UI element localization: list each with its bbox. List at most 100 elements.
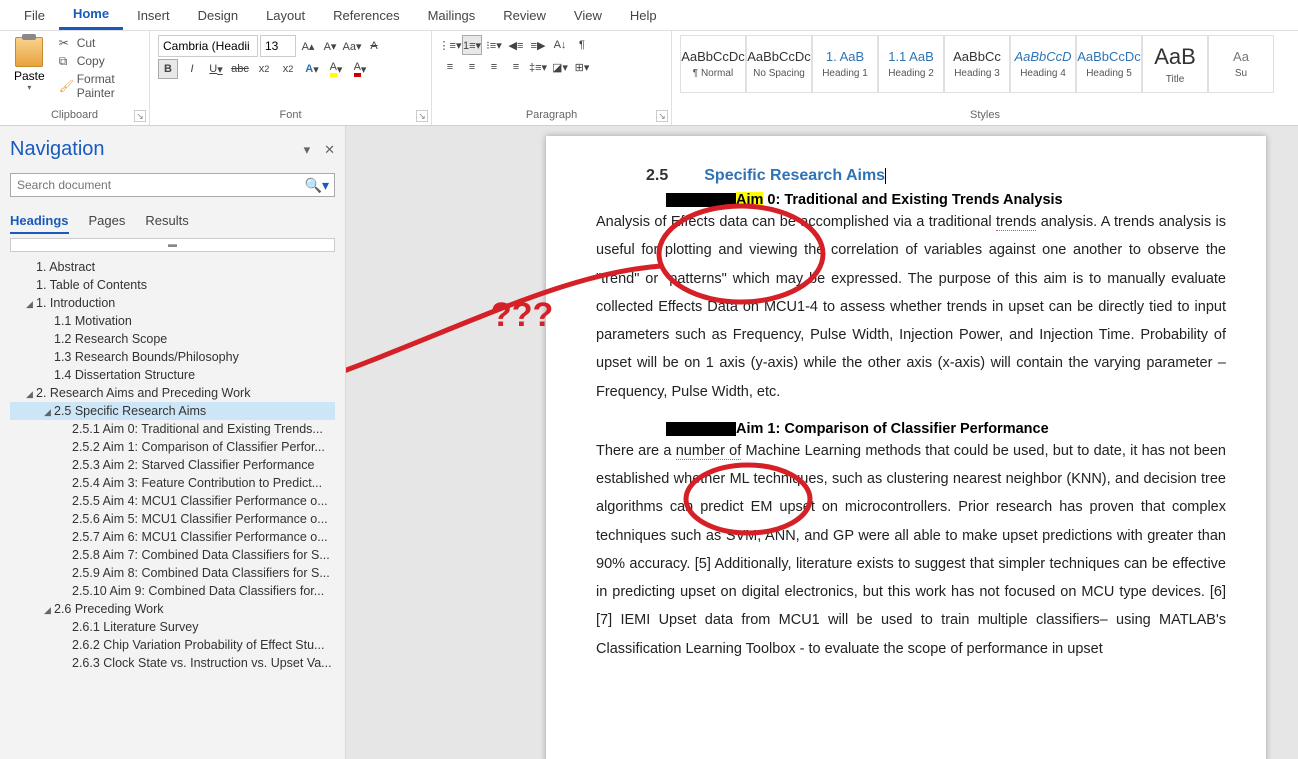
nav-item[interactable]: ◢2. Research Aims and Preceding Work: [10, 384, 335, 402]
nav-item[interactable]: 1.1 Motivation: [10, 312, 335, 330]
paragraph-launcher[interactable]: ↘: [656, 110, 668, 122]
increase-indent-button[interactable]: ≡▶: [528, 35, 548, 55]
nav-item[interactable]: 2.6.2 Chip Variation Probability of Effe…: [10, 636, 335, 654]
nav-item[interactable]: 2.5.8 Aim 7: Combined Data Classifiers f…: [10, 546, 335, 564]
nav-tab-headings[interactable]: Headings: [10, 209, 69, 234]
menu-mailings[interactable]: Mailings: [414, 2, 490, 29]
menu-help[interactable]: Help: [616, 2, 671, 29]
nav-item[interactable]: 2.5.7 Aim 6: MCU1 Classifier Performance…: [10, 528, 335, 546]
nav-item[interactable]: 2.5.6 Aim 5: MCU1 Classifier Performance…: [10, 510, 335, 528]
align-left-button[interactable]: ≡: [440, 57, 460, 77]
style-heading-4[interactable]: AaBbCcDHeading 4: [1010, 35, 1076, 93]
copy-button[interactable]: ⧉Copy: [55, 53, 141, 69]
style-no-spacing[interactable]: AaBbCcDcNo Spacing: [746, 35, 812, 93]
text-effects-button[interactable]: A▾: [302, 59, 322, 79]
navigation-title: Navigation: [10, 138, 105, 161]
nav-item[interactable]: 2.6.1 Literature Survey: [10, 618, 335, 636]
show-marks-button[interactable]: ¶: [572, 35, 592, 55]
highlight-button[interactable]: A▾: [326, 59, 346, 79]
document-area[interactable]: 2.5Specific Research Aims Aim 0: Traditi…: [346, 126, 1298, 759]
search-icon[interactable]: 🔍▾: [305, 177, 329, 194]
decrease-indent-button[interactable]: ◀≡: [506, 35, 526, 55]
nav-item[interactable]: 2.5.9 Aim 8: Combined Data Classifiers f…: [10, 564, 335, 582]
nav-item[interactable]: 2.5.5 Aim 4: MCU1 Classifier Performance…: [10, 492, 335, 510]
nav-tab-pages[interactable]: Pages: [89, 209, 126, 234]
ribbon-group-styles: AaBbCcDc¶ NormalAaBbCcDcNo Spacing1. AaB…: [672, 31, 1298, 125]
nav-item[interactable]: ◢1. Introduction: [10, 294, 335, 312]
menu-view[interactable]: View: [560, 2, 616, 29]
search-input[interactable]: [10, 173, 335, 197]
numbering-button[interactable]: 1≡▾: [462, 35, 482, 55]
sort-button[interactable]: A↓: [550, 35, 570, 55]
underline-button[interactable]: U ▾: [206, 59, 226, 79]
align-center-button[interactable]: ≡: [462, 57, 482, 77]
style-title[interactable]: AaBTitle: [1142, 35, 1208, 93]
cut-button[interactable]: ✂Cut: [55, 35, 141, 51]
menu-layout[interactable]: Layout: [252, 2, 319, 29]
nav-item[interactable]: 1.2 Research Scope: [10, 330, 335, 348]
nav-item[interactable]: 1.3 Research Bounds/Philosophy: [10, 348, 335, 366]
heading-2[interactable]: 2.5Specific Research Aims: [646, 166, 1226, 185]
style-heading-5[interactable]: AaBbCcDcHeading 5: [1076, 35, 1142, 93]
text-cursor: [885, 168, 886, 184]
style-heading-3[interactable]: AaBbCcHeading 3: [944, 35, 1010, 93]
style-su[interactable]: AaSu: [1208, 35, 1274, 93]
clear-format-button[interactable]: A: [364, 36, 384, 56]
font-color-button[interactable]: A▾: [350, 59, 370, 79]
bold-button[interactable]: B: [158, 59, 178, 79]
borders-button[interactable]: ⊞▾: [572, 57, 592, 77]
nav-close-button[interactable]: ✕: [324, 142, 335, 158]
menu-references[interactable]: References: [319, 2, 413, 29]
paste-button[interactable]: Paste ▾: [8, 35, 51, 94]
align-right-button[interactable]: ≡: [484, 57, 504, 77]
collapse-all-button[interactable]: ▬: [10, 238, 335, 252]
clipboard-launcher[interactable]: ↘: [134, 110, 146, 122]
nav-tab-results[interactable]: Results: [145, 209, 188, 234]
nav-item[interactable]: 2.5.2 Aim 1: Comparison of Classifier Pe…: [10, 438, 335, 456]
grow-font-button[interactable]: A▴: [298, 36, 318, 56]
ribbon: Paste ▾ ✂Cut ⧉Copy 🖌Format Painter Clipb…: [0, 31, 1298, 126]
nav-item[interactable]: 2.5.4 Aim 3: Feature Contribution to Pre…: [10, 474, 335, 492]
nav-item[interactable]: ◢2.5 Specific Research Aims: [10, 402, 335, 420]
bullets-button[interactable]: ⋮≡▾: [440, 35, 460, 55]
nav-item[interactable]: 2.5.1 Aim 0: Traditional and Existing Tr…: [10, 420, 335, 438]
nav-item[interactable]: 1.4 Dissertation Structure: [10, 366, 335, 384]
justify-button[interactable]: ≡: [506, 57, 526, 77]
body-paragraph-1[interactable]: Analysis of Effects data can be accompli…: [596, 208, 1226, 406]
navigation-tree: 1. Abstract1. Table of Contents◢1. Intro…: [10, 258, 335, 672]
format-painter-button[interactable]: 🖌Format Painter: [55, 71, 141, 101]
font-launcher[interactable]: ↘: [416, 110, 428, 122]
nav-item[interactable]: 2.5.10 Aim 9: Combined Data Classifiers …: [10, 582, 335, 600]
menu-home[interactable]: Home: [59, 0, 123, 30]
menu-insert[interactable]: Insert: [123, 2, 184, 29]
shading-button[interactable]: ◪▾: [550, 57, 570, 77]
body-paragraph-2[interactable]: There are a number of Machine Learning m…: [596, 437, 1226, 663]
nav-item[interactable]: ◢2.6 Preceding Work: [10, 600, 335, 618]
font-size-input[interactable]: [260, 35, 296, 57]
nav-item[interactable]: 2.5.3 Aim 2: Starved Classifier Performa…: [10, 456, 335, 474]
heading-3-aim1[interactable]: Aim 1: Comparison of Classifier Performa…: [646, 420, 1226, 437]
nav-item[interactable]: 1. Table of Contents: [10, 276, 335, 294]
italic-button[interactable]: I: [182, 59, 202, 79]
change-case-button[interactable]: Aa▾: [342, 36, 362, 56]
style--normal[interactable]: AaBbCcDc¶ Normal: [680, 35, 746, 93]
menu-design[interactable]: Design: [184, 2, 252, 29]
line-spacing-button[interactable]: ‡≡▾: [528, 57, 548, 77]
font-name-input[interactable]: [158, 35, 258, 57]
menu-file[interactable]: File: [10, 2, 59, 29]
scissors-icon: ✂: [59, 36, 73, 50]
style-heading-2[interactable]: 1.1 AaBHeading 2: [878, 35, 944, 93]
superscript-button[interactable]: x2: [278, 59, 298, 79]
shrink-font-button[interactable]: A▾: [320, 36, 340, 56]
nav-item[interactable]: 1. Abstract: [10, 258, 335, 276]
menu-review[interactable]: Review: [489, 2, 560, 29]
subscript-button[interactable]: x2: [254, 59, 274, 79]
nav-item[interactable]: 2.6.3 Clock State vs. Instruction vs. Up…: [10, 654, 335, 672]
strike-button[interactable]: abc: [230, 59, 250, 79]
heading-3-aim0[interactable]: Aim 0: Traditional and Existing Trends A…: [646, 191, 1226, 208]
document-page: 2.5Specific Research Aims Aim 0: Traditi…: [546, 136, 1266, 759]
multilevel-button[interactable]: ⁝≡▾: [484, 35, 504, 55]
nav-dropdown-button[interactable]: ▾: [304, 142, 311, 158]
style-heading-1[interactable]: 1. AaBHeading 1: [812, 35, 878, 93]
group-label-clipboard: Clipboard: [8, 107, 141, 123]
